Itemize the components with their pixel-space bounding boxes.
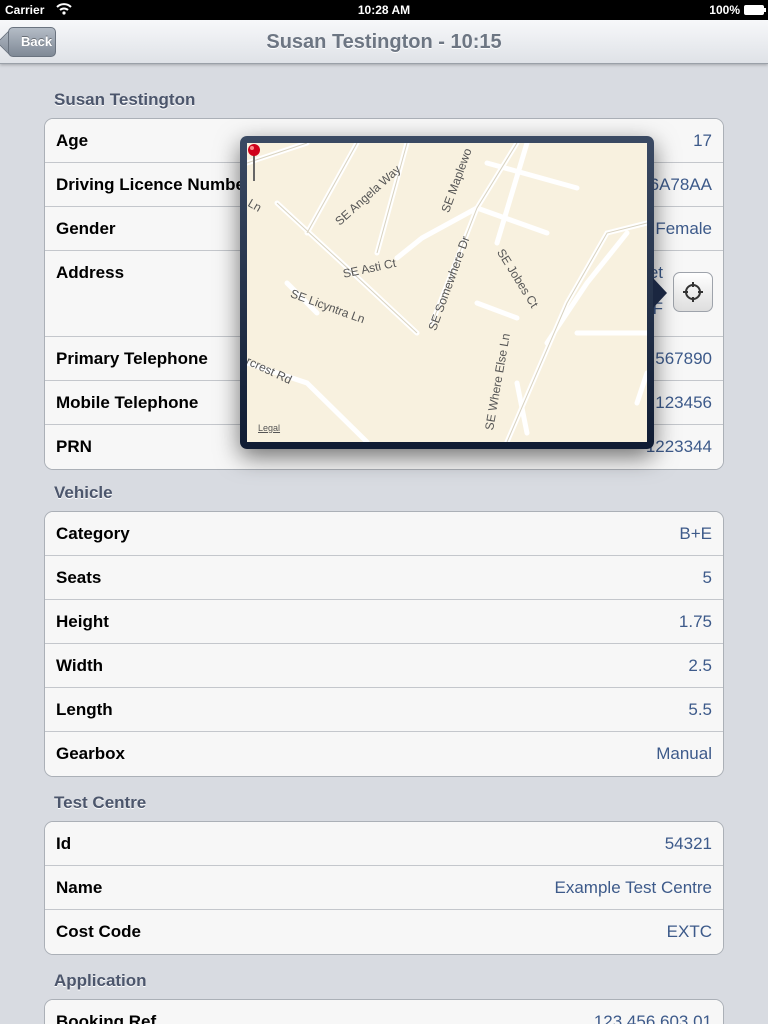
row-value: 1.75 [678, 612, 712, 631]
battery-icon [744, 5, 766, 15]
table-row[interactable]: Id 54321 [45, 822, 723, 866]
row-value: 567890 [655, 349, 712, 368]
test-centre-group: Id 54321 Name Example Test Centre Cost C… [44, 821, 724, 955]
row-value: 1223344 [645, 437, 712, 456]
row-label: Seats [56, 568, 102, 587]
row-label: Category [56, 524, 130, 543]
legal-link[interactable]: Legal [258, 423, 280, 433]
row-label: Name [56, 878, 103, 897]
row-label: Address [56, 263, 125, 282]
row-value: Manual [656, 744, 712, 763]
table-row[interactable]: Gearbox Manual [45, 732, 723, 776]
row-label: Gender [56, 219, 116, 238]
row-label: Cost Code [56, 922, 141, 941]
row-value: 5.5 [688, 700, 712, 719]
show-map-button[interactable] [673, 272, 713, 312]
map-pin-icon[interactable] [247, 143, 261, 183]
row-label: Primary Telephone [56, 349, 208, 368]
page-title: Susan Testington - 10:15 [266, 31, 502, 53]
row-value: 54321 [664, 834, 712, 853]
row-label: Mobile Telephone [56, 393, 199, 412]
table-row[interactable]: Name Example Test Centre [45, 866, 723, 910]
map-view[interactable]: SE Angela Way SE Maplewo SE Asti Ct SE S… [247, 143, 647, 442]
row-label: PRN [56, 437, 92, 456]
section-header-application: Application [54, 971, 147, 990]
application-group: Booking Ref 123 456 603 01 [44, 999, 724, 1024]
table-row[interactable]: Seats 5 [45, 556, 723, 600]
row-label: Height [56, 612, 109, 631]
map-popover: SE Angela Way SE Maplewo SE Asti Ct SE S… [240, 136, 667, 449]
row-value: 5 [702, 568, 712, 587]
row-label: Length [56, 700, 113, 719]
status-bar: Carrier 10:28 AM 100% [0, 0, 768, 20]
section-header-vehicle: Vehicle [54, 483, 113, 502]
table-row[interactable]: Cost Code EXTC [45, 910, 723, 954]
row-label: Booking Ref [56, 1012, 157, 1024]
table-row[interactable]: Booking Ref 123 456 603 01 [45, 1000, 723, 1024]
row-value: EXTC [666, 922, 712, 941]
section-header-test-centre: Test Centre [54, 793, 147, 812]
row-value: Female [655, 219, 712, 238]
row-label: Driving Licence Number [56, 175, 252, 194]
row-label: Gearbox [56, 744, 125, 763]
crosshair-icon [683, 282, 703, 302]
row-value: 17 [693, 131, 712, 150]
table-row[interactable]: Length 5.5 [45, 688, 723, 732]
row-label: Width [56, 656, 104, 675]
table-row[interactable]: Category B+E [45, 512, 723, 556]
row-label: Age [56, 131, 89, 150]
clock: 10:28 AM [357, 3, 411, 17]
row-value: 123 456 603 01 [593, 1012, 712, 1024]
row-value: 2.5 [688, 656, 712, 675]
battery-percent: 100% [709, 3, 740, 17]
row-label: Id [56, 834, 72, 853]
navigation-bar: Back Susan Testington - 10:15 [0, 20, 768, 64]
row-value: Example Test Centre [554, 878, 712, 897]
table-row[interactable]: Height 1.75 [45, 600, 723, 644]
row-value: B+E [679, 524, 712, 543]
row-value: 6A78AA [649, 175, 712, 194]
section-header-candidate: Susan Testington [54, 90, 196, 109]
vehicle-group: Category B+E Seats 5 Height 1.75 Width 2… [44, 511, 724, 777]
row-value: 123456 [655, 393, 712, 412]
table-row[interactable]: Width 2.5 [45, 644, 723, 688]
popover-arrow [653, 278, 667, 308]
